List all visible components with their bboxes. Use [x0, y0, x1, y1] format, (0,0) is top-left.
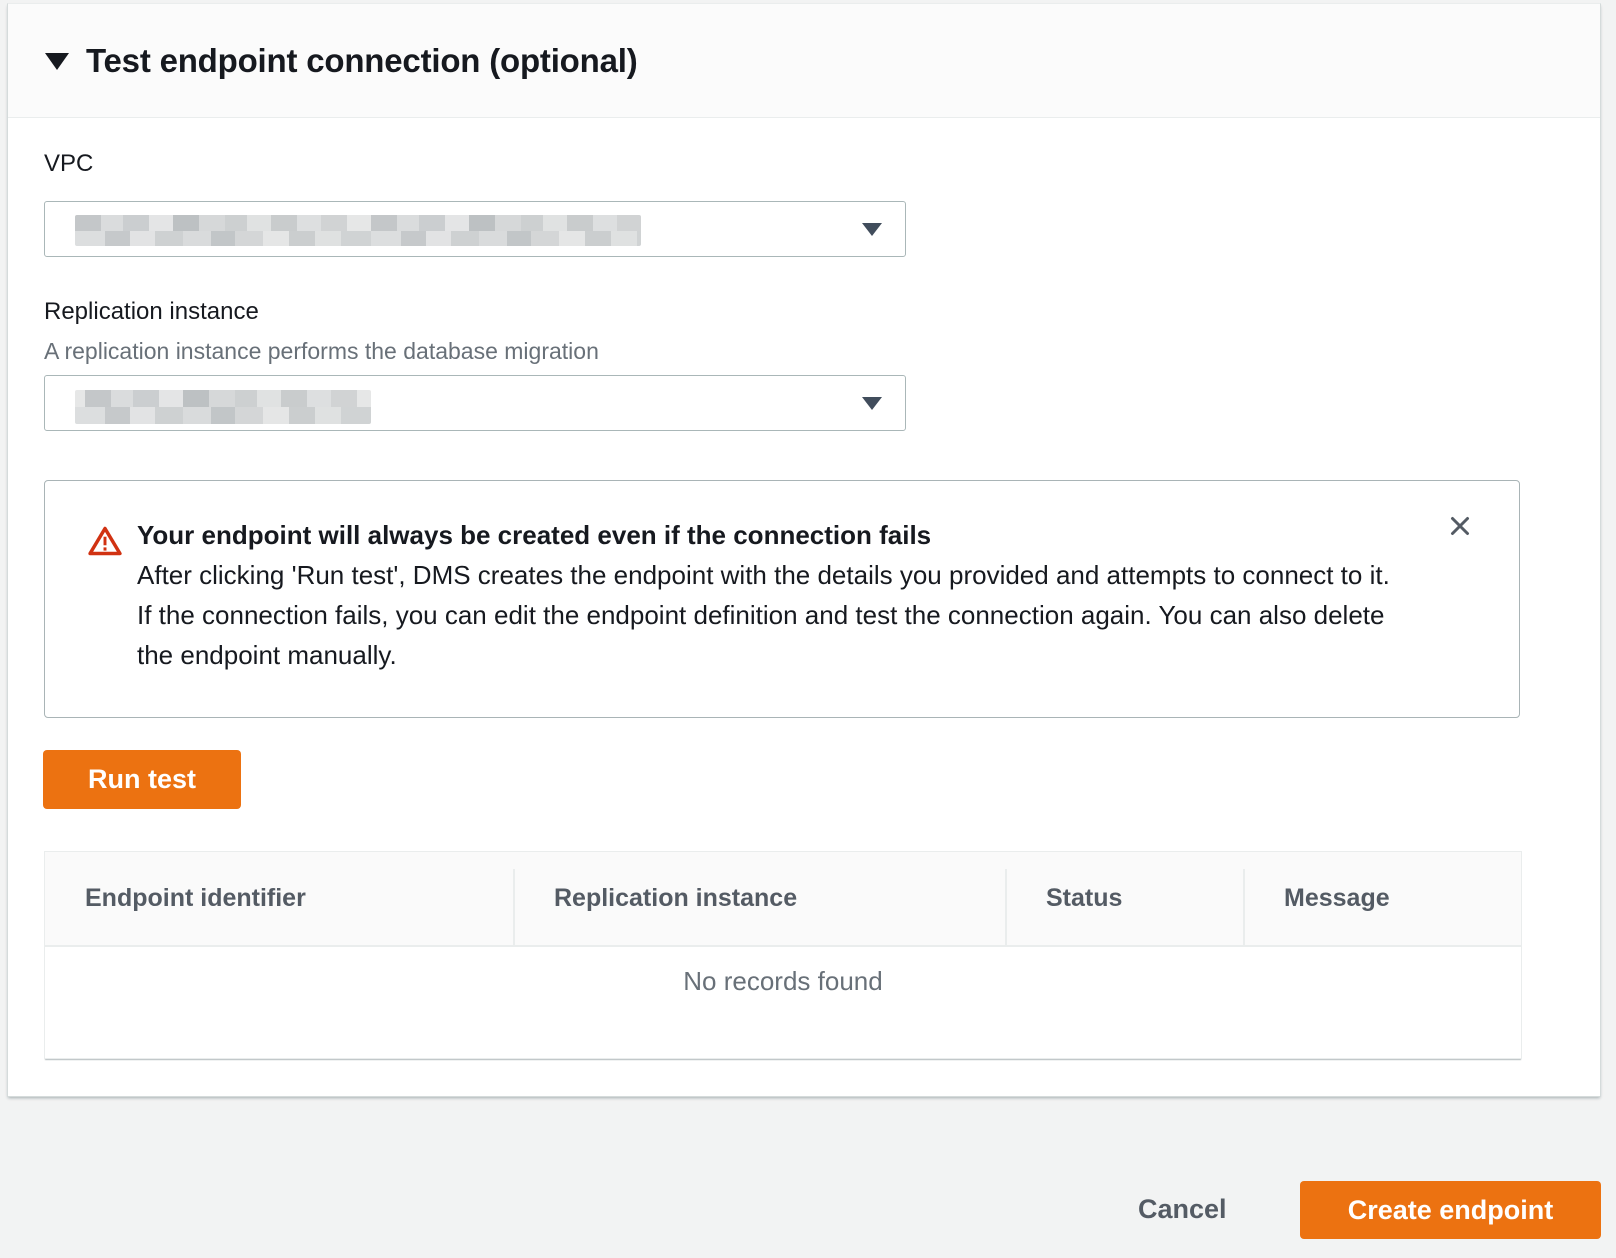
panel-expander-header[interactable]: Test endpoint connection (optional) — [8, 4, 1600, 118]
dropdown-caret-icon — [862, 397, 882, 410]
test-results-table: Endpoint identifier Replication instance… — [44, 851, 1522, 1059]
table-empty-message: No records found — [45, 947, 1521, 997]
vpc-redacted-value — [75, 215, 641, 246]
chevron-down-icon — [45, 53, 69, 70]
column-header-message: Message — [1244, 852, 1521, 945]
alert-title: Your endpoint will always be created eve… — [137, 515, 1399, 555]
cancel-button[interactable]: Cancel — [1128, 1192, 1237, 1227]
column-header-status: Status — [1006, 852, 1244, 945]
alert-body: After clicking 'Run test', DMS creates t… — [137, 555, 1399, 675]
table-header-row: Endpoint identifier Replication instance… — [45, 852, 1521, 947]
close-icon[interactable] — [1441, 507, 1479, 548]
vpc-label: VPC — [44, 150, 93, 178]
replication-instance-description: A replication instance performs the data… — [44, 338, 599, 365]
warning-alert: Your endpoint will always be created eve… — [44, 480, 1520, 718]
vpc-select[interactable] — [44, 201, 906, 257]
panel-title: Test endpoint connection (optional) — [86, 42, 638, 80]
create-endpoint-button[interactable]: Create endpoint — [1300, 1181, 1601, 1239]
warning-triangle-icon — [87, 525, 123, 562]
column-header-endpoint-identifier: Endpoint identifier — [45, 852, 514, 945]
alert-text-block: Your endpoint will always be created eve… — [137, 515, 1399, 675]
page: Test endpoint connection (optional) VPC … — [0, 0, 1616, 1258]
run-test-button[interactable]: Run test — [43, 750, 241, 809]
column-header-replication-instance: Replication instance — [514, 852, 1006, 945]
replication-instance-label: Replication instance — [44, 298, 259, 326]
replication-instance-redacted-value — [75, 390, 371, 424]
replication-instance-select[interactable] — [44, 375, 906, 431]
dropdown-caret-icon — [862, 223, 882, 236]
